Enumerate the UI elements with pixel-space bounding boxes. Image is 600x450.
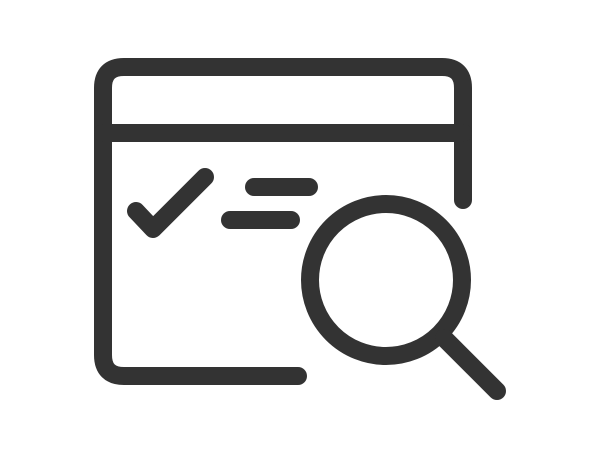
magnifying-glass-handle: [435, 329, 506, 400]
icon-canvas: [0, 0, 600, 450]
checkmark-icon: [127, 168, 214, 238]
browser-window-search-checklist-icon: [94, 58, 506, 400]
